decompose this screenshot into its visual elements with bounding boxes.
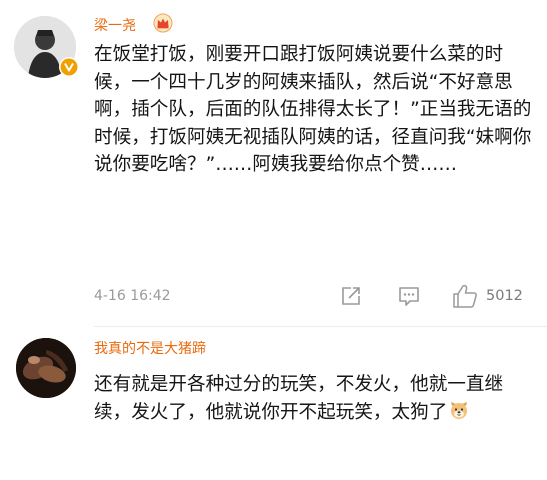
comment-time: 4-16 16:42 — [94, 288, 171, 304]
username[interactable]: 我真的不是大猪蹄 — [94, 338, 206, 358]
like-button[interactable]: 5012 — [452, 283, 523, 309]
comment-divider — [94, 326, 547, 327]
comment-item: 梁一尧 在饭堂打饭，刚要开口跟打饭阿姨说要什么菜的时候，一个四十几岁的阿姨来插队… — [0, 0, 547, 330]
username[interactable]: 梁一尧 — [94, 15, 136, 35]
comment-text: 还有就是开各种过分的玩笑，不发火，他就一直继续，发火了，他就说你开不起玩笑，太狗… — [94, 371, 534, 426]
thumbs-up-icon — [452, 283, 478, 309]
avatar[interactable] — [16, 338, 76, 398]
comment-icon[interactable] — [398, 284, 422, 308]
like-count: 5012 — [486, 288, 523, 304]
dog-face-emoji — [449, 400, 469, 420]
crown-icon — [153, 13, 173, 33]
dark-photo-avatar — [16, 338, 76, 398]
comment-actions: 5012 — [340, 283, 523, 309]
verified-badge-icon — [59, 57, 79, 77]
comment-item: 我真的不是大猪蹄 还有就是开各种过分的玩笑，不发火，他就一直继续，发火了，他就说… — [0, 330, 547, 480]
comment-text: 在饭堂打饭，刚要开口跟打饭阿姨说要什么菜的时候，一个四十几岁的阿姨来插队，然后说… — [94, 44, 532, 175]
share-icon[interactable] — [340, 284, 364, 308]
comment-text-body: 还有就是开各种过分的玩笑，不发火，他就一直继续，发火了，他就说你开不起玩笑，太狗… — [94, 374, 504, 423]
